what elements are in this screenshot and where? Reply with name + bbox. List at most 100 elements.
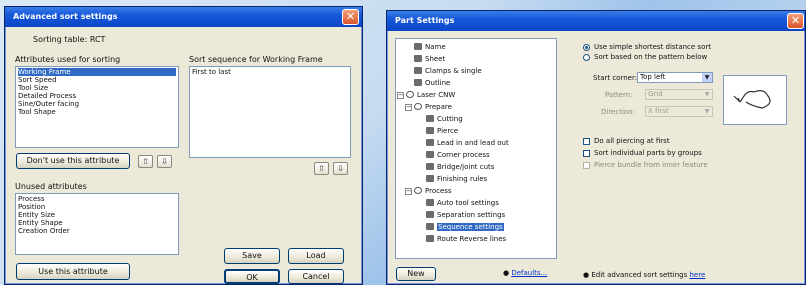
tree-item[interactable]: Finishing rules: [426, 175, 487, 184]
list-item[interactable]: Sort Speed: [18, 76, 176, 84]
attributes-list[interactable]: Working Frame Sort Speed Tool Size Detailed…: [15, 66, 179, 148]
tree-item-label: Separation settings: [437, 211, 506, 219]
tree-node-icon: [414, 79, 422, 86]
dialog-title: Advanced sort settings: [5, 7, 362, 27]
move-up-icon[interactable]: ⇧: [138, 155, 153, 168]
tree-item[interactable]: Separation settings: [426, 211, 505, 220]
all-piercing-checkbox[interactable]: [583, 138, 590, 145]
list-item[interactable]: Entity Shape: [18, 219, 176, 227]
tree-item-label: Cutting: [437, 115, 463, 123]
tree-item[interactable]: Laser CNW: [406, 91, 455, 100]
tree-item[interactable]: Sequence settings: [426, 223, 504, 232]
save-button[interactable]: Save: [224, 248, 280, 264]
tree-item-label: Auto tool settings: [437, 199, 499, 207]
pattern-sort-radio[interactable]: [583, 54, 590, 61]
tree-item-label: Lead in and lead out: [437, 139, 509, 147]
inner-feature-label: Pierce bundle from inner feature: [594, 161, 708, 169]
tree-item[interactable]: Corner process: [426, 151, 490, 160]
tree-node-icon: [426, 151, 434, 158]
tree-node-icon: [414, 187, 422, 194]
pattern-select[interactable]: Grid ▼: [645, 89, 713, 100]
close-icon[interactable]: ✕: [342, 9, 359, 25]
dont-use-attribute-button[interactable]: Don't use this attribute: [16, 153, 130, 169]
sequence-label: Sort sequence for Working Frame: [189, 55, 323, 64]
tree-item-label: Pierce: [437, 127, 459, 135]
tree-item[interactable]: Auto tool settings: [426, 199, 499, 208]
tree-item[interactable]: Prepare: [414, 103, 452, 112]
advanced-settings-link[interactable]: here: [689, 271, 705, 279]
tree-item[interactable]: Clamps & single: [414, 67, 482, 76]
list-item[interactable]: Tool Shape: [18, 108, 176, 116]
simple-sort-label: Use simple shortest distance sort: [594, 43, 711, 51]
list-item[interactable]: Entity Size: [18, 211, 176, 219]
advanced-sort-settings-dialog: Advanced sort settings ✕ Sorting table: …: [4, 6, 363, 285]
list-item[interactable]: Process: [18, 195, 176, 203]
tree-item[interactable]: Sheet: [414, 55, 445, 64]
tree-item[interactable]: Route Reverse lines: [426, 235, 506, 244]
collapse-icon[interactable]: −: [405, 188, 412, 195]
move-down-icon[interactable]: ⇩: [157, 155, 172, 168]
sort-path-icon: [733, 90, 771, 109]
list-item[interactable]: First to last: [192, 68, 348, 76]
collapse-icon[interactable]: −: [405, 104, 412, 111]
close-icon[interactable]: ✕: [787, 13, 804, 29]
list-item[interactable]: Creation Order: [18, 227, 176, 235]
defaults-link[interactable]: ● Defaults...: [503, 269, 547, 277]
tree-item[interactable]: Name: [414, 43, 446, 52]
tree-node-icon: [414, 67, 422, 74]
list-item[interactable]: Working Frame: [18, 68, 176, 76]
tree-node-icon: [426, 223, 434, 230]
collapse-icon[interactable]: −: [397, 92, 404, 99]
sequence-down-icon[interactable]: ⇩: [333, 162, 348, 175]
list-item[interactable]: Position: [18, 203, 176, 211]
tree-item-label: Bridge/joint cuts: [437, 163, 495, 171]
sort-pattern-preview: [723, 75, 787, 125]
list-item[interactable]: Detailed Process: [18, 92, 176, 100]
tree-node-icon: [426, 175, 434, 182]
tree-item-label: Finishing rules: [437, 175, 488, 183]
direction-label: Direction:: [601, 108, 635, 116]
tree-node-icon: [414, 55, 422, 62]
tree-item-label: Laser CNW: [417, 91, 456, 99]
tree-item[interactable]: Bridge/joint cuts: [426, 163, 494, 172]
tree-node-icon: [426, 235, 434, 242]
tree-item-label: Clamps & single: [425, 67, 482, 75]
tree-node-icon: [414, 103, 422, 110]
inner-feature-checkbox[interactable]: [583, 162, 590, 169]
cancel-button[interactable]: Cancel: [288, 269, 344, 284]
sequence-up-icon[interactable]: ⇧: [314, 162, 329, 175]
list-item[interactable]: Sine/Outer facing: [18, 100, 176, 108]
tree-item[interactable]: Outline: [414, 79, 450, 88]
chevron-down-icon: ▼: [702, 107, 712, 116]
tree-item-label: Name: [425, 43, 446, 51]
tree-item-label: Route Reverse lines: [437, 235, 507, 243]
use-attribute-button[interactable]: Use this attribute: [16, 263, 130, 280]
tree-item-label: Sequence settings: [437, 223, 504, 231]
sort-sequence-list[interactable]: First to last: [189, 66, 351, 158]
tree-node-icon: [426, 211, 434, 218]
unused-attributes-label: Unused attributes: [15, 182, 87, 191]
tree-node-icon: [426, 127, 434, 134]
list-item[interactable]: Tool Size: [18, 84, 176, 92]
tree-item-label: Sheet: [425, 55, 446, 63]
settings-tree[interactable]: Name Sheet Clamps & single Outline Laser CNW…: [395, 38, 557, 259]
start-corner-select[interactable]: Top left ▼: [637, 72, 713, 83]
start-corner-label: Start corner:: [593, 74, 638, 82]
pattern-sort-label: Sort based on the pattern below: [594, 53, 708, 61]
ok-button[interactable]: OK: [224, 269, 280, 284]
tree-node-icon: [414, 43, 422, 50]
tree-item[interactable]: Process: [414, 187, 452, 196]
direction-select[interactable]: X first ▼: [645, 106, 713, 117]
unused-attributes-list[interactable]: Process Position Entity Size Entity Shape Cr…: [15, 193, 179, 255]
sorting-table-label: Sorting table: RCT: [33, 35, 106, 44]
tree-item[interactable]: Pierce: [426, 127, 458, 136]
simple-sort-radio[interactable]: [583, 44, 590, 51]
pattern-label: Pattern:: [605, 91, 633, 99]
new-button[interactable]: New: [396, 267, 436, 281]
tree-item[interactable]: Lead in and lead out: [426, 139, 509, 148]
individual-parts-checkbox[interactable]: [583, 150, 590, 157]
tree-node-icon: [426, 163, 434, 170]
load-button[interactable]: Load: [288, 248, 344, 264]
tree-item[interactable]: Cutting: [426, 115, 463, 124]
advanced-settings-row: ● Edit advanced sort settings here: [583, 271, 706, 279]
